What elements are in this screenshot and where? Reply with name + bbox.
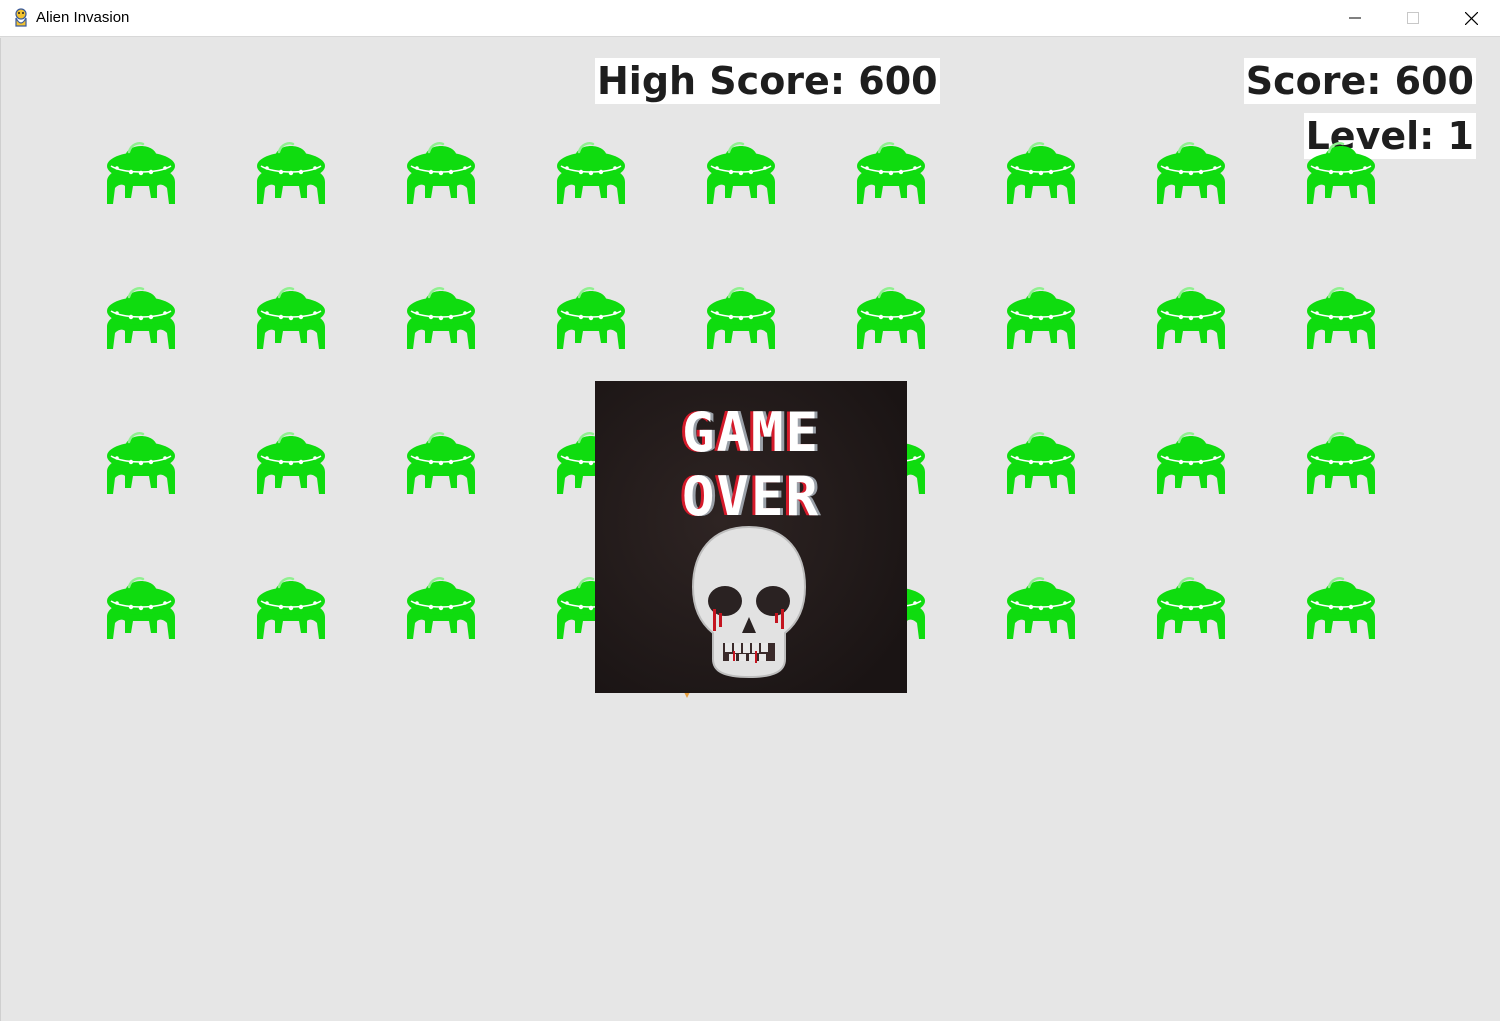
ufo-alien-icon [257,142,325,204]
ufo-alien-icon [257,577,325,639]
close-icon [1464,11,1478,25]
ufo-alien-icon [1157,577,1225,639]
ufo-alien-icon [707,287,775,349]
window-titlebar: Alien Invasion [0,0,1500,37]
ufo-alien-icon [1307,432,1375,494]
ufo-alien-icon [1307,577,1375,639]
ufo-alien-icon [257,287,325,349]
pygame-snake-icon [15,8,27,27]
ufo-alien-icon [1157,432,1225,494]
ufo-alien-icon [557,142,625,204]
ufo-alien-icon [1007,287,1075,349]
score-label: Score: 600 [1243,58,1476,104]
ufo-alien-icon [257,432,325,494]
ufo-alien-icon [407,432,475,494]
window-title: Alien Invasion [36,9,130,26]
ufo-alien-icon [407,287,475,349]
ufo-alien-icon [707,142,775,204]
ufo-alien-icon [107,432,175,494]
ufo-alien-icon [1007,577,1075,639]
ufo-alien-icon [857,142,925,204]
skull-icon [691,525,807,679]
ufo-alien-icon [1307,287,1375,349]
ufo-alien-icon [107,287,175,349]
ufo-alien-icon [1007,142,1075,204]
game-over-line1: GAME [681,401,821,464]
minimize-icon [1349,17,1361,19]
game-over-panel: GAME OVER [595,381,907,693]
game-over-line2: OVER [681,465,821,528]
ufo-alien-icon [1157,287,1225,349]
ufo-alien-icon [1157,142,1225,204]
maximize-button[interactable] [1384,0,1442,36]
ufo-alien-icon [557,287,625,349]
ufo-alien-icon [857,287,925,349]
ufo-alien-icon [1007,432,1075,494]
high-score-label: High Score: 600 [595,58,940,104]
maximize-icon [1407,12,1419,24]
ufo-alien-icon [1307,142,1375,204]
ufo-alien-icon [107,577,175,639]
ufo-alien-icon [407,142,475,204]
close-button[interactable] [1442,0,1500,36]
ufo-alien-icon [407,577,475,639]
ufo-alien-icon [107,142,175,204]
minimize-button[interactable] [1326,0,1384,36]
